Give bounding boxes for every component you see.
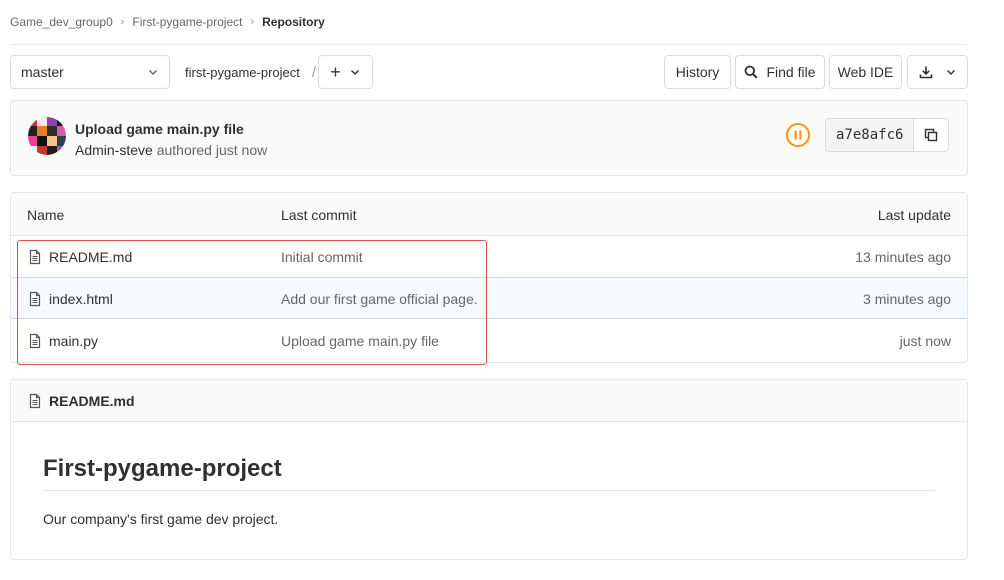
file-icon <box>29 333 41 349</box>
avatar[interactable] <box>28 117 66 155</box>
download-icon <box>919 66 932 79</box>
add-file-dropdown[interactable]: + <box>318 55 373 89</box>
file-last-commit-link[interactable]: Initial commit <box>281 249 363 265</box>
readme-filename-link[interactable]: README.md <box>49 393 135 409</box>
history-button[interactable]: History <box>664 55 731 89</box>
table-row[interactable]: index.html Add our first game official p… <box>11 277 967 319</box>
plus-icon: + <box>330 62 341 82</box>
repo-toolbar: master first-pygame-project / + History … <box>10 55 968 89</box>
search-icon <box>745 65 758 79</box>
file-name-label: README.md <box>49 249 133 265</box>
file-last-update: 13 minutes ago <box>855 249 951 265</box>
commit-sha-group: a7e8afc6 <box>825 118 950 152</box>
commit-meta: Admin-steve authored just now <box>75 142 267 158</box>
pipeline-pending-icon[interactable] <box>785 122 811 148</box>
file-name-label: main.py <box>49 333 99 349</box>
header-last-commit: Last commit <box>281 207 357 223</box>
commit-title-link[interactable]: Upload game main.py file <box>75 121 244 137</box>
find-file-button[interactable]: Find file <box>735 55 825 89</box>
readme-panel: README.md First-pygame-project Our compa… <box>10 379 968 560</box>
file-name-label: index.html <box>49 291 113 307</box>
file-icon <box>29 393 41 408</box>
divider <box>10 44 967 45</box>
readme-header: README.md <box>11 380 967 422</box>
copy-sha-button[interactable] <box>914 119 948 151</box>
file-icon <box>29 249 41 265</box>
file-last-commit-link[interactable]: Upload game main.py file <box>281 333 439 349</box>
breadcrumb-group[interactable]: Game_dev_group0 <box>10 15 113 29</box>
commit-author-link[interactable]: Admin-steve <box>75 142 153 158</box>
file-name[interactable]: index.html <box>27 291 113 307</box>
table-header: Name Last commit Last update <box>11 193 967 236</box>
copy-icon <box>925 128 938 142</box>
branch-selector[interactable]: master <box>10 55 170 89</box>
breadcrumb-repository[interactable]: Repository <box>262 15 325 29</box>
breadcrumb-project[interactable]: First-pygame-project <box>132 15 242 29</box>
file-last-update: just now <box>899 333 951 349</box>
readme-body: Our company's first game dev project. <box>43 511 279 527</box>
commit-authored-time: authored just now <box>156 142 268 158</box>
heading-divider <box>43 490 935 491</box>
chevron-right-icon: › <box>250 16 255 28</box>
chevron-right-icon: › <box>120 16 125 28</box>
file-last-update: 3 minutes ago <box>863 291 951 307</box>
commit-sha-label[interactable]: a7e8afc6 <box>826 119 915 151</box>
breadcrumb: Game_dev_group0 › First-pygame-project ›… <box>10 14 325 30</box>
table-row[interactable]: main.py Upload game main.py file just no… <box>11 320 967 362</box>
file-name[interactable]: main.py <box>27 333 98 349</box>
header-name: Name <box>27 207 65 223</box>
branch-name: master <box>21 64 64 80</box>
web-ide-button[interactable]: Web IDE <box>829 55 902 89</box>
download-dropdown[interactable] <box>907 55 968 89</box>
avatar-image <box>28 117 66 155</box>
chevron-down-icon <box>946 70 955 75</box>
find-file-label: Find file <box>766 64 816 80</box>
table-row[interactable]: README.md Initial commit 13 minutes ago <box>11 236 967 278</box>
path-separator: / <box>311 63 317 81</box>
chevron-down-icon <box>350 70 359 75</box>
repo-path: first-pygame-project / <box>185 55 326 89</box>
readme-heading: First-pygame-project <box>43 455 282 482</box>
path-root-link[interactable]: first-pygame-project <box>185 65 300 80</box>
header-last-update: Last update <box>877 207 951 223</box>
chevron-down-icon <box>149 70 157 75</box>
file-tree-table: Name Last commit Last update README.md I… <box>10 192 968 363</box>
file-last-commit-link[interactable]: Add our first game official page. <box>281 291 478 307</box>
file-name[interactable]: README.md <box>27 249 132 265</box>
last-commit-panel: Upload game main.py file Admin-steve aut… <box>10 100 968 176</box>
file-icon <box>29 291 41 307</box>
